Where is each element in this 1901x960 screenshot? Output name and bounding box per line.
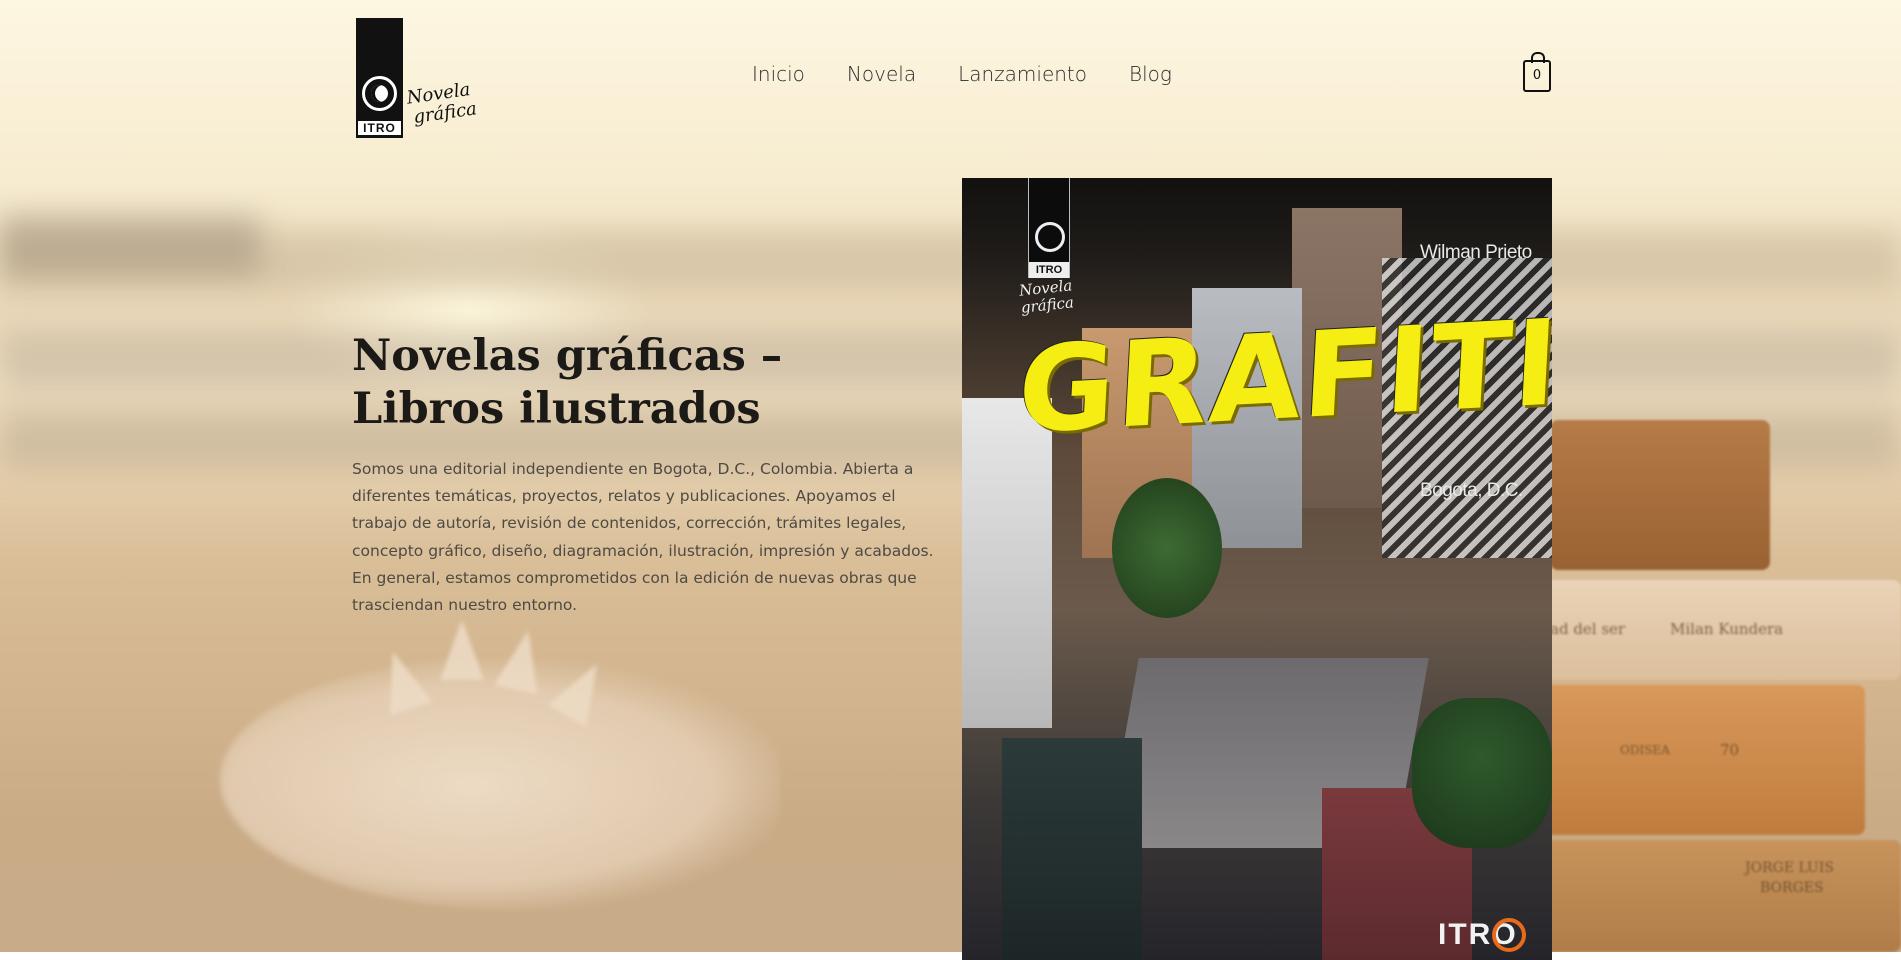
cart-count: 0	[1532, 68, 1542, 83]
book-label: BORGES	[1760, 880, 1824, 896]
seashell-spike	[440, 620, 484, 680]
logo-mark: ITRO	[356, 18, 403, 138]
site-header: ITRO Novela gráfica Inicio Novela Lanzam…	[0, 0, 1901, 150]
seashell-image	[220, 660, 780, 910]
sea-band	[0, 215, 260, 275]
cover-logo-circle-icon	[1035, 222, 1065, 252]
cover-logo: ITRO	[1028, 178, 1070, 278]
books-stack-image: ad del ser Milan Kundera ODISEA 70 JORGE…	[1520, 410, 1901, 952]
book-spine: ad del ser Milan Kundera	[1520, 580, 1901, 680]
site-logo[interactable]: ITRO Novela gráfica	[356, 18, 496, 140]
logo-badge: ITRO	[356, 119, 403, 137]
cover-logo-badge: ITRO	[1029, 262, 1069, 278]
nav-inicio[interactable]: Inicio	[752, 62, 805, 86]
cover-building	[1002, 738, 1142, 960]
shopping-bag-icon[interactable]: 0	[1523, 52, 1551, 92]
hero-title: Novelas gráficas – Libros ilustrados	[352, 331, 783, 434]
cover-city: Bogota, D.C.	[1420, 480, 1523, 501]
book-label: JORGE LUIS	[1745, 860, 1834, 876]
book-label: Milan Kundera	[1670, 620, 1784, 638]
cover-publisher-ring-icon	[1492, 918, 1526, 952]
sea-band	[0, 330, 1901, 390]
book-spine	[1550, 420, 1770, 570]
cover-script: Novela gráfica	[1018, 276, 1075, 317]
book-spine: JORGE LUIS BORGES	[1520, 840, 1901, 952]
book-cover-image: ITRO Novela gráfica Wilman Prieto GRAFIT…	[962, 178, 1552, 960]
cover-script-line2: gráfica	[1020, 293, 1075, 317]
cover-tree	[1112, 478, 1222, 618]
cover-author: Wilman Prieto	[1420, 242, 1532, 263]
book-label: ODISEA	[1620, 743, 1670, 757]
logo-script: Novela gráfica	[405, 79, 478, 128]
cover-tree	[1412, 698, 1552, 848]
book-spine: ODISEA 70	[1520, 685, 1865, 835]
nav-blog[interactable]: Blog	[1129, 62, 1172, 86]
sea-band	[0, 230, 1901, 290]
nav-lanzamiento[interactable]: Lanzamiento	[958, 62, 1087, 86]
hero-description: Somos una editorial independiente en Bog…	[352, 460, 934, 615]
logo-circle-icon	[362, 76, 397, 111]
nav-novela[interactable]: Novela	[847, 62, 916, 86]
book-label: 70	[1720, 741, 1740, 759]
book-label: ad del ser	[1550, 620, 1626, 638]
cover-title: GRAFITI	[1014, 292, 1552, 460]
main-nav: Inicio Novela Lanzamiento Blog	[752, 62, 1172, 86]
